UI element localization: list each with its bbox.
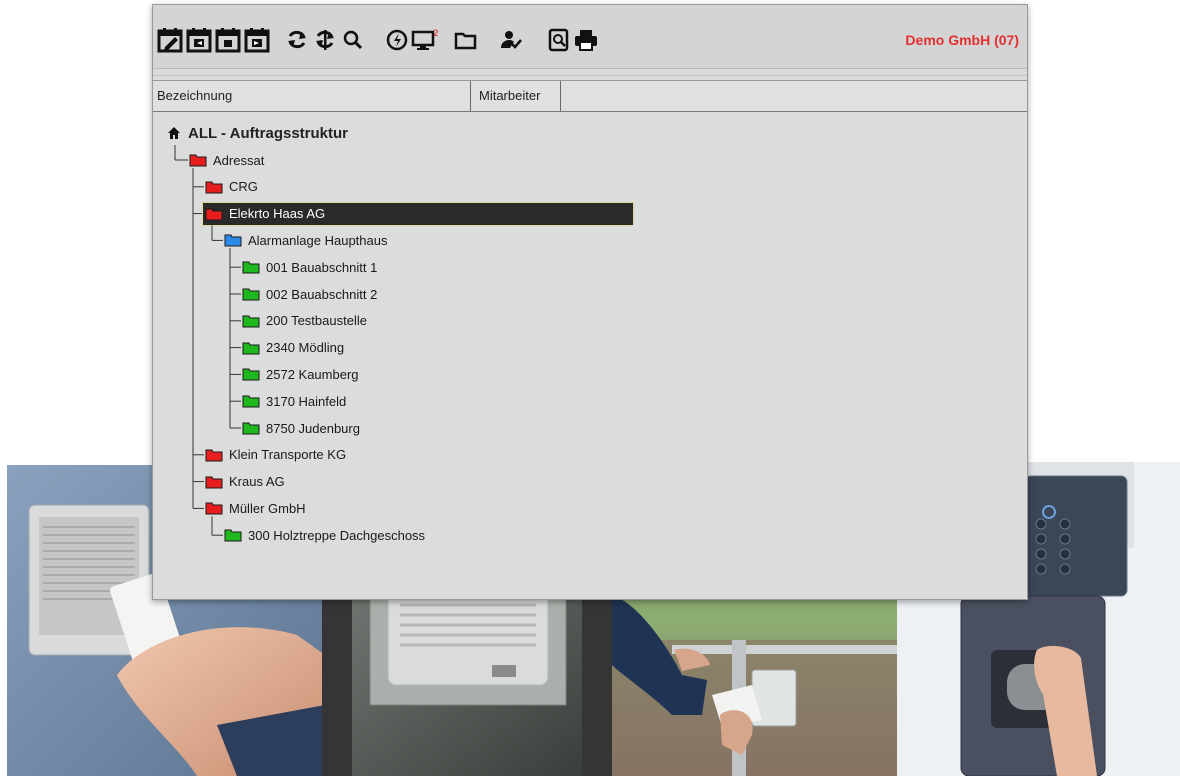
tree-node-label: 200 Testbaustelle (266, 313, 367, 329)
folder-icon (242, 422, 260, 435)
folder-icon (205, 476, 223, 489)
calendar-next-icon[interactable] (244, 27, 272, 53)
toolbar: 2 Demo GmbH (07) (153, 5, 1027, 75)
tree-node-label: Adressat (213, 152, 265, 168)
calendar-prev-icon[interactable] (186, 27, 214, 53)
tree-node-label: 2340 Mödling (266, 340, 345, 356)
tree-node[interactable]: 2572 Kaumberg (242, 363, 359, 385)
tree-root[interactable]: ALL - Auftragsstruktur (167, 123, 348, 143)
folder-icon (242, 315, 260, 328)
folder-icon (242, 288, 260, 301)
app-window: 2 Demo GmbH (07) Bezeichnung Mitarbeiter… (152, 4, 1028, 600)
search-icon[interactable] (341, 27, 365, 53)
folder-icon (224, 529, 242, 542)
tree-node-label: 3170 Hainfeld (266, 393, 347, 409)
folder-icon (205, 181, 223, 194)
column-header-mitarbeiter[interactable]: Mitarbeiter (471, 81, 561, 111)
tree-node[interactable]: 002 Bauabschnitt 2 (242, 283, 377, 305)
tree-node-label: CRG (229, 179, 258, 195)
folder-icon (242, 342, 260, 355)
print-icon[interactable] (573, 27, 599, 53)
order-structure-tree: ALL - Auftragsstruktur Adressat CRG Elekrt… (153, 113, 1027, 593)
tree-node[interactable]: Kraus AG (205, 471, 285, 493)
tree-node-label: 8750 Judenburg (266, 420, 360, 436)
tree-node-label: 300 Holztreppe Dachgeschoss (248, 527, 426, 543)
tree-node-label: Kraus AG (229, 474, 285, 490)
tree-node[interactable]: Adressat (189, 149, 264, 171)
folder-icon (189, 154, 207, 167)
monitor-icon[interactable]: 2 (411, 27, 443, 53)
folder-icon (224, 234, 242, 247)
company-name: Demo GmbH (07) (905, 32, 1019, 48)
tree-node-label: Elekrto Haas AG (229, 206, 326, 222)
folder-icon (205, 502, 223, 515)
tree-node-label: Alarmanlage Haupthaus (248, 232, 388, 248)
calendar-edit-icon[interactable] (157, 27, 185, 53)
tree-node[interactable]: CRG (205, 176, 258, 198)
tree-node-label: 001 Bauabschnitt 1 (266, 259, 378, 275)
refresh-icon[interactable] (285, 27, 309, 53)
tree-node[interactable]: 8750 Judenburg (242, 417, 360, 439)
refresh-all-icon[interactable] (313, 27, 337, 53)
tree-node[interactable]: 2340 Mödling (242, 337, 344, 359)
folder-icon (242, 395, 260, 408)
print-preview-icon[interactable] (547, 27, 571, 53)
column-header-row: Bezeichnung Mitarbeiter (153, 80, 1027, 112)
tree-node[interactable]: Elekrto Haas AG (202, 201, 634, 226)
folder-icon (205, 208, 223, 221)
calendar-today-icon[interactable] (215, 27, 243, 53)
monitor-badge: 2 (433, 29, 439, 39)
power-icon[interactable] (385, 27, 411, 53)
folder-icon[interactable] (453, 27, 479, 53)
tree-node[interactable]: Klein Transporte KG (205, 444, 346, 466)
tree-node[interactable]: Müller GmbH (205, 497, 306, 519)
tree-node[interactable]: 200 Testbaustelle (242, 310, 367, 332)
folder-icon (205, 449, 223, 462)
folder-icon (242, 368, 260, 381)
tree-node[interactable]: 001 Bauabschnitt 1 (242, 256, 377, 278)
tree-node[interactable]: Alarmanlage Haupthaus (224, 229, 387, 251)
user-check-icon[interactable] (499, 27, 525, 53)
home-icon (168, 127, 180, 139)
tree-root-label: ALL - Auftragsstruktur (188, 124, 349, 142)
tree-node[interactable]: 3170 Hainfeld (242, 390, 346, 412)
tree-node-label: Klein Transporte KG (229, 447, 347, 463)
tree-node-label: Müller GmbH (229, 500, 306, 516)
toolbar-divider (153, 68, 1027, 76)
column-header-bezeichnung[interactable]: Bezeichnung (153, 81, 471, 111)
tree-node-label: 2572 Kaumberg (266, 366, 359, 382)
tree-node[interactable]: 300 Holztreppe Dachgeschoss (224, 524, 425, 546)
folder-icon (242, 261, 260, 274)
tree-node-label: 002 Bauabschnitt 2 (266, 286, 378, 302)
